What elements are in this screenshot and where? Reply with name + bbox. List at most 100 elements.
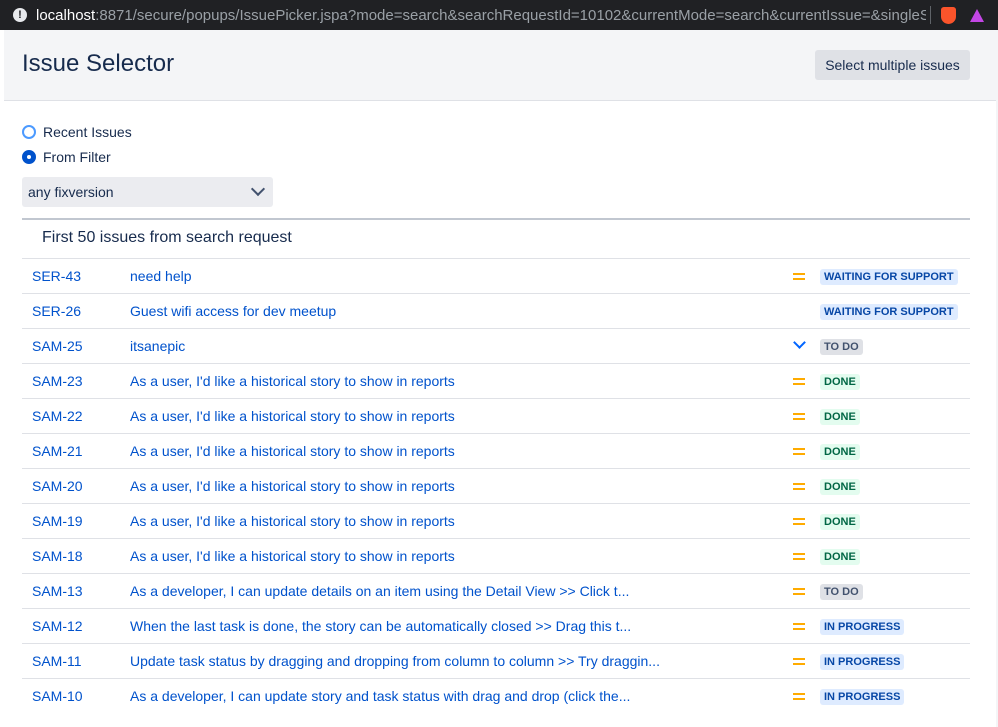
status-badge: DONE — [820, 409, 860, 425]
issue-row[interactable]: SER-43 need help WAITING FOR SUPPORT — [22, 258, 970, 294]
status-badge: DONE — [820, 514, 860, 530]
issue-summary-link[interactable]: itsanepic — [130, 329, 778, 364]
issue-key-link[interactable]: SAM-18 — [22, 539, 130, 574]
issue-key-link[interactable]: SAM-19 — [22, 504, 130, 539]
priority-medium-icon — [793, 587, 805, 595]
status-badge: IN PROGRESS — [820, 654, 905, 670]
issue-summary-link[interactable]: Update task status by dragging and dropp… — [130, 644, 778, 679]
issue-row[interactable]: SAM-22 As a user, I'd like a historical s… — [22, 398, 970, 434]
priority-cell — [778, 574, 820, 609]
priority-medium-icon — [793, 692, 805, 701]
priority-cell — [778, 294, 820, 329]
priority-low-icon — [792, 336, 806, 349]
issue-summary-link[interactable]: Guest wifi access for dev meetup — [130, 294, 778, 329]
filter-select[interactable]: any fixversion — [22, 177, 273, 207]
issue-key-link[interactable]: SAM-22 — [22, 399, 130, 434]
results-title: First 50 issues from search request — [42, 229, 292, 246]
filter-select-value: any fixversion — [28, 184, 114, 200]
priority-cell — [778, 469, 820, 504]
recent-issues-radio[interactable] — [22, 125, 36, 139]
browser-url-bar[interactable]: ! localhost:8871/secure/popups/IssuePick… — [0, 0, 998, 30]
status-cell: IN PROGRESS — [820, 609, 970, 644]
issue-key-link[interactable]: SAM-13 — [22, 574, 130, 609]
issue-row[interactable]: SAM-21 As a user, I'd like a historical s… — [22, 433, 970, 469]
priority-cell — [778, 329, 820, 364]
issue-key-link[interactable]: SAM-23 — [22, 364, 130, 399]
status-badge: TO DO — [820, 339, 863, 355]
priority-medium-icon — [793, 482, 805, 490]
status-cell: DONE — [820, 364, 970, 399]
select-multiple-issues-button[interactable]: Select multiple issues — [815, 50, 970, 80]
status-badge: DONE — [820, 374, 860, 390]
issue-key-link[interactable]: SAM-11 — [22, 644, 130, 679]
priority-cell — [778, 259, 820, 294]
issue-key-link[interactable]: SAM-25 — [22, 329, 130, 364]
issue-row[interactable]: SAM-25 itsanepic TO DO — [22, 328, 970, 364]
issue-summary-link[interactable]: As a user, I'd like a historical story t… — [130, 469, 778, 504]
priority-cell — [778, 609, 820, 644]
status-cell: DONE — [820, 539, 970, 574]
issue-key-link[interactable]: SAM-21 — [22, 434, 130, 469]
issue-key-link[interactable]: SER-26 — [22, 294, 130, 329]
priority-medium-icon — [793, 552, 805, 560]
priority-medium-icon — [793, 622, 805, 630]
status-badge: DONE — [820, 444, 860, 460]
url-text[interactable]: localhost:8871/secure/popups/IssuePicker… — [36, 7, 926, 24]
issue-row[interactable]: SAM-20 As a user, I'd like a historical s… — [22, 468, 970, 504]
issue-table: SER-43 need help WAITING FOR SUPPORT SER-26… — [22, 258, 970, 714]
priority-cell — [778, 504, 820, 539]
status-cell: TO DO — [820, 329, 970, 364]
issue-row[interactable]: SAM-19 As a user, I'd like a historical s… — [22, 503, 970, 539]
issue-key-link[interactable]: SAM-10 — [22, 679, 130, 714]
priority-cell — [778, 434, 820, 469]
priority-medium-icon — [793, 412, 805, 420]
priority-cell — [778, 364, 820, 399]
issue-row[interactable]: SAM-13 As a developer, I can update detai… — [22, 573, 970, 609]
status-cell: WAITING FOR SUPPORT — [820, 259, 970, 294]
recent-issues-option[interactable]: Recent Issues — [22, 124, 132, 140]
issue-summary-link[interactable]: As a user, I'd like a historical story t… — [130, 364, 778, 399]
priority-medium-icon — [793, 272, 805, 280]
status-cell: DONE — [820, 504, 970, 539]
brave-rewards-icon[interactable] — [970, 8, 984, 22]
priority-medium-icon — [793, 657, 805, 665]
from-filter-option[interactable]: From Filter — [22, 149, 111, 165]
issue-summary-link[interactable]: When the last task is done, the story ca… — [130, 609, 778, 644]
status-badge: TO DO — [820, 584, 863, 600]
issue-summary-link[interactable]: As a user, I'd like a historical story t… — [130, 434, 778, 469]
chevron-down-icon — [250, 181, 266, 197]
issue-key-link[interactable]: SAM-20 — [22, 469, 130, 504]
issue-row[interactable]: SER-26 Guest wifi access for dev meetup WA… — [22, 293, 970, 329]
issue-summary-link[interactable]: As a user, I'd like a historical story t… — [130, 399, 778, 434]
status-cell: IN PROGRESS — [820, 679, 970, 714]
issue-summary-link[interactable]: need help — [130, 259, 778, 294]
section-divider — [22, 218, 970, 220]
from-filter-label: From Filter — [43, 149, 111, 165]
priority-medium-icon — [793, 517, 805, 525]
issue-row[interactable]: SAM-11 Update task status by dragging and… — [22, 643, 970, 679]
url-bar-divider — [930, 6, 931, 24]
priority-medium-icon — [793, 377, 805, 385]
page-title: Issue Selector — [22, 50, 175, 77]
priority-cell — [778, 539, 820, 574]
issue-row[interactable]: SAM-12 When the last task is done, the st… — [22, 608, 970, 644]
issue-summary-link[interactable]: As a developer, I can update story and t… — [130, 679, 778, 714]
issue-key-link[interactable]: SER-43 — [22, 259, 130, 294]
status-cell: DONE — [820, 399, 970, 434]
issue-row[interactable]: SAM-18 As a user, I'd like a historical s… — [22, 538, 970, 574]
status-badge: IN PROGRESS — [820, 689, 905, 706]
priority-cell — [778, 679, 820, 714]
issue-row[interactable]: SAM-10 As a developer, I can update story… — [22, 678, 970, 714]
issue-key-link[interactable]: SAM-12 — [22, 609, 130, 644]
status-badge: DONE — [820, 479, 860, 495]
issue-summary-link[interactable]: As a user, I'd like a historical story t… — [130, 539, 778, 574]
brave-shield-icon[interactable] — [941, 6, 956, 24]
from-filter-radio[interactable] — [22, 150, 36, 164]
status-cell: IN PROGRESS — [820, 644, 970, 679]
issue-summary-link[interactable]: As a user, I'd like a historical story t… — [130, 504, 778, 539]
priority-medium-icon — [793, 447, 805, 455]
info-icon[interactable]: ! — [13, 8, 27, 22]
issue-row[interactable]: SAM-23 As a user, I'd like a historical s… — [22, 363, 970, 399]
dialog-header: Issue Selector Select multiple issues — [4, 30, 998, 101]
issue-summary-link[interactable]: As a developer, I can update details on … — [130, 574, 778, 609]
